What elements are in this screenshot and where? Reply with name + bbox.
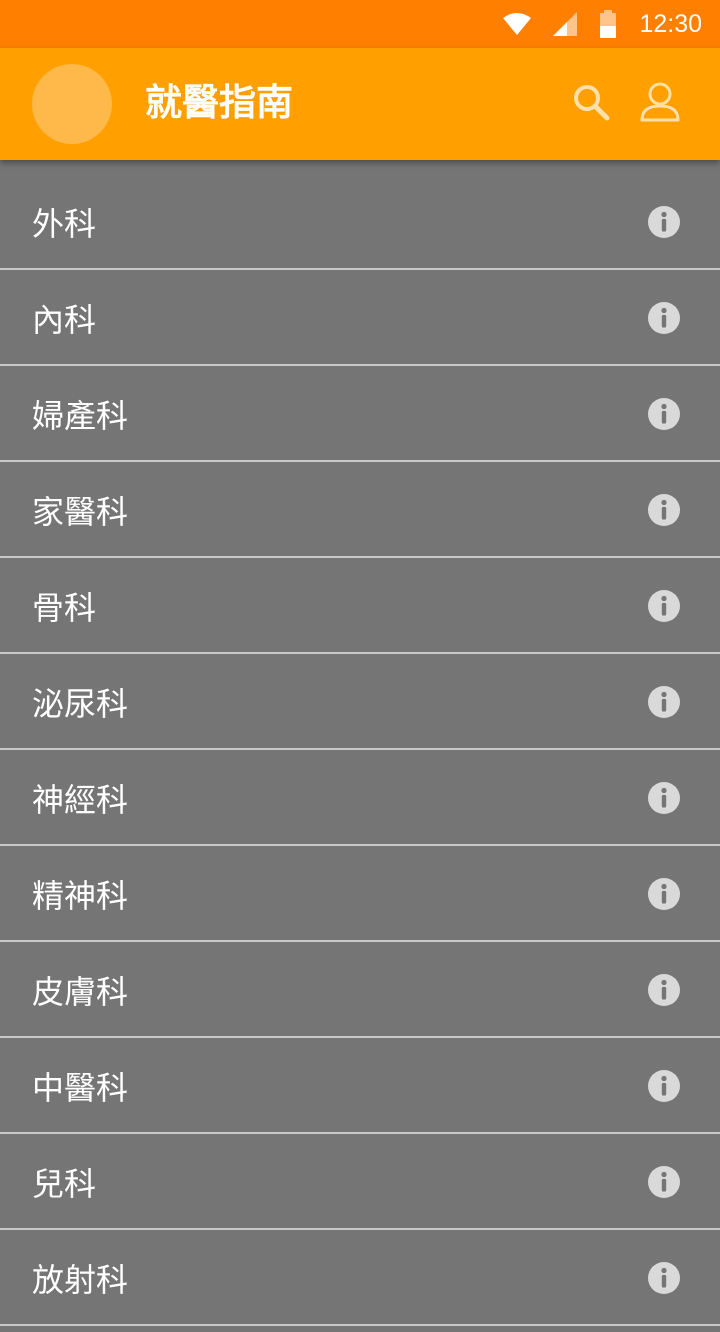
info-icon: [647, 205, 681, 243]
list-item[interactable]: 骨科: [0, 558, 720, 654]
info-button[interactable]: [646, 1166, 682, 1202]
info-icon: [647, 397, 681, 435]
info-button[interactable]: [646, 782, 682, 818]
info-button[interactable]: [646, 302, 682, 338]
department-label: 家醫科: [32, 493, 129, 531]
department-label: 內科: [32, 301, 97, 339]
department-label: 中醫科: [32, 1069, 129, 1107]
info-button[interactable]: [646, 590, 682, 626]
department-label: 婦產科: [32, 397, 129, 435]
page-title: 就醫指南: [145, 81, 293, 124]
info-button[interactable]: [646, 1262, 682, 1298]
app-bar: 就醫指南: [0, 48, 720, 160]
info-icon: [647, 877, 681, 915]
info-icon: [647, 493, 681, 531]
list-item[interactable]: 皮膚科: [0, 942, 720, 1038]
department-label: 泌尿科: [32, 685, 129, 723]
list-item[interactable]: 神經科: [0, 750, 720, 846]
user-button[interactable]: [636, 80, 684, 128]
list-item[interactable]: 精神科: [0, 846, 720, 942]
list-item[interactable]: 中醫科: [0, 1038, 720, 1134]
list-item[interactable]: 兒科: [0, 1134, 720, 1230]
info-button[interactable]: [646, 494, 682, 530]
list-item[interactable]: 泌尿科: [0, 654, 720, 750]
avatar[interactable]: [32, 64, 112, 144]
info-button[interactable]: [646, 878, 682, 914]
info-icon: [647, 1069, 681, 1107]
info-icon: [647, 781, 681, 819]
list-item[interactable]: 外科: [0, 174, 720, 270]
info-button[interactable]: [646, 974, 682, 1010]
department-label: 外科: [32, 205, 97, 243]
wifi-icon: [503, 13, 532, 35]
search-button[interactable]: [567, 80, 615, 128]
info-button[interactable]: [646, 686, 682, 722]
info-icon: [647, 301, 681, 339]
cell-signal-icon: [553, 12, 578, 36]
info-icon: [647, 1165, 681, 1203]
list-item[interactable]: 內科: [0, 270, 720, 366]
department-list: 外科 內科 婦產科 家醫科 骨科 泌尿科 神經科 精神科 皮膚科 中醫科 兒科 …: [0, 174, 720, 1326]
info-icon: [647, 685, 681, 723]
info-icon: [647, 589, 681, 627]
info-icon: [647, 1261, 681, 1299]
battery-icon: [599, 10, 617, 38]
status-time: 12:30: [639, 9, 702, 38]
list-item[interactable]: 放射科: [0, 1230, 720, 1326]
department-label: 放射科: [32, 1261, 129, 1299]
info-icon: [647, 973, 681, 1011]
department-label: 骨科: [32, 589, 97, 627]
search-icon: [571, 82, 611, 126]
department-label: 精神科: [32, 877, 129, 915]
department-label: 兒科: [32, 1165, 97, 1203]
info-button[interactable]: [646, 206, 682, 242]
department-label: 神經科: [32, 781, 129, 819]
list-item[interactable]: 婦產科: [0, 366, 720, 462]
status-bar: 12:30: [0, 0, 720, 48]
info-button[interactable]: [646, 398, 682, 434]
user-icon: [638, 80, 682, 128]
department-label: 皮膚科: [32, 973, 129, 1011]
list-item[interactable]: 家醫科: [0, 462, 720, 558]
info-button[interactable]: [646, 1070, 682, 1106]
